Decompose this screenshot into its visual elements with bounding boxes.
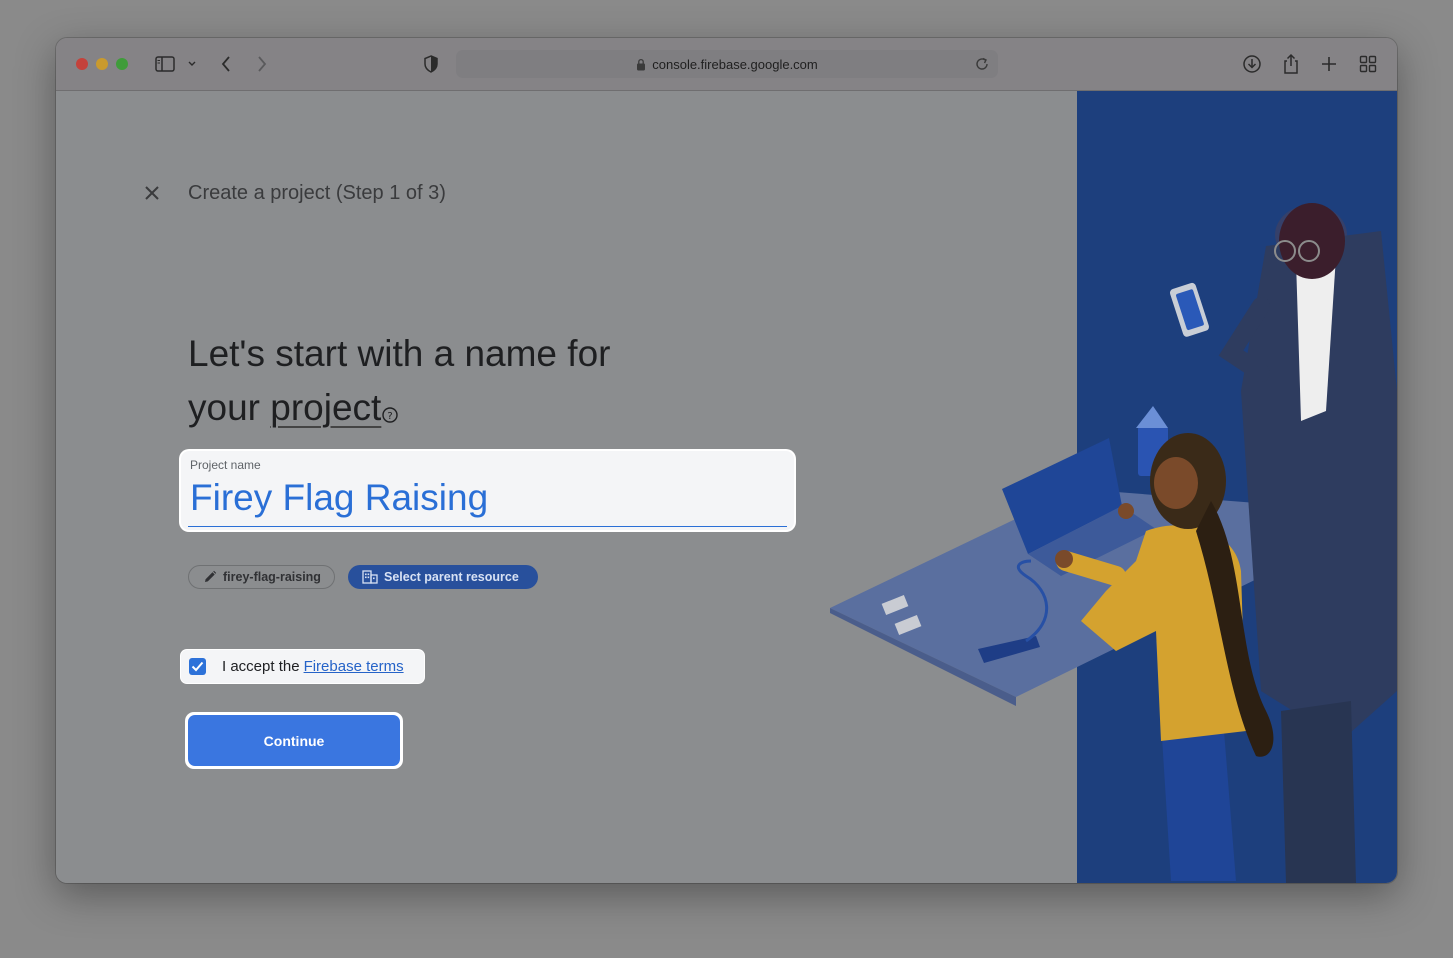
zoom-window-button[interactable] bbox=[116, 58, 128, 70]
headline-prefix: your bbox=[188, 387, 271, 428]
minimize-window-button[interactable] bbox=[96, 58, 108, 70]
privacy-shield-icon[interactable] bbox=[419, 52, 443, 76]
terms-row: I accept the Firebase terms bbox=[181, 650, 424, 683]
forward-icon[interactable] bbox=[250, 52, 274, 76]
illustration bbox=[830, 91, 1397, 883]
headline-line-2: your project? bbox=[188, 381, 748, 439]
project-name-label: Project name bbox=[190, 458, 261, 472]
man-legs bbox=[1281, 701, 1356, 883]
woman-face bbox=[1154, 457, 1198, 509]
close-icon[interactable] bbox=[142, 183, 162, 203]
headline-line-1: Let's start with a name for bbox=[188, 333, 611, 374]
browser-window: console.firebase.google.com Create a pro… bbox=[56, 38, 1397, 883]
project-name-input[interactable]: Firey Flag Raising bbox=[190, 477, 488, 519]
lock-icon bbox=[636, 58, 646, 71]
checkmark-icon bbox=[191, 661, 204, 672]
firebase-terms-link[interactable]: Firebase terms bbox=[304, 658, 404, 675]
continue-button[interactable]: Continue bbox=[185, 712, 403, 769]
chevron-down-icon[interactable] bbox=[181, 52, 203, 76]
address-bar[interactable]: console.firebase.google.com bbox=[456, 50, 998, 78]
project-id-chip[interactable]: firey-flag-raising bbox=[188, 565, 335, 589]
building-icon bbox=[362, 570, 378, 584]
select-parent-resource-button[interactable]: Select parent resource bbox=[348, 565, 538, 589]
page-title: Let's start with a name for your project… bbox=[188, 327, 748, 439]
field-underline bbox=[188, 526, 787, 527]
reload-icon[interactable] bbox=[974, 56, 990, 75]
tab-overview-icon[interactable] bbox=[1356, 52, 1380, 76]
pencil-icon bbox=[205, 570, 217, 582]
sidebar-icon[interactable] bbox=[153, 52, 177, 76]
back-icon[interactable] bbox=[214, 52, 238, 76]
browser-toolbar: console.firebase.google.com bbox=[56, 38, 1397, 91]
share-icon[interactable] bbox=[1279, 52, 1303, 76]
svg-text:?: ? bbox=[388, 411, 393, 422]
download-icon[interactable] bbox=[1240, 52, 1264, 76]
page-content: Create a project (Step 1 of 3) Let's sta… bbox=[56, 91, 1397, 883]
help-icon[interactable]: ? bbox=[381, 385, 399, 439]
terms-prefix: I accept the bbox=[222, 658, 300, 675]
project-name-field[interactable]: Project name Firey Flag Raising bbox=[181, 451, 794, 530]
project-help-link[interactable]: project bbox=[270, 387, 381, 428]
continue-button-label: Continue bbox=[188, 715, 400, 766]
step-title: Create a project (Step 1 of 3) bbox=[188, 182, 446, 204]
new-tab-icon[interactable] bbox=[1317, 52, 1341, 76]
terms-checkbox[interactable] bbox=[189, 658, 206, 675]
parent-resource-label: Select parent resource bbox=[384, 570, 519, 584]
project-id-text: firey-flag-raising bbox=[223, 570, 321, 584]
url-text: console.firebase.google.com bbox=[652, 56, 818, 72]
close-window-button[interactable] bbox=[76, 58, 88, 70]
